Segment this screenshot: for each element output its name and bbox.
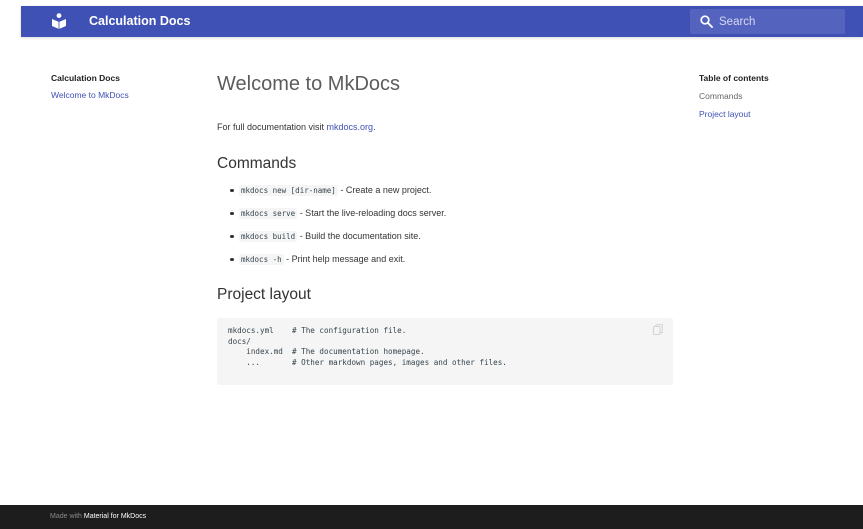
intro-end: .: [373, 122, 376, 132]
material-mkdocs-link[interactable]: Material for MkDocs: [84, 513, 146, 520]
toc-title: Table of contents: [699, 73, 769, 83]
inline-code: mkdocs build: [239, 231, 298, 242]
commands-list: mkdocs new [dir-name] - Create a new pro…: [217, 184, 673, 265]
site-title[interactable]: Calculation Docs: [89, 6, 190, 37]
list-item: mkdocs -h - Print help message and exit.: [217, 253, 673, 265]
logo-icon[interactable]: [52, 13, 66, 29]
top-header: Calculation Docs: [21, 6, 863, 37]
search-box[interactable]: [690, 9, 845, 34]
commands-heading: Commands: [217, 155, 297, 172]
code-block[interactable]: mkdocs.yml # The configuration file. doc…: [217, 318, 673, 385]
command-description: - Build the documentation site.: [297, 231, 421, 241]
toc-item-commands[interactable]: Commands: [699, 91, 849, 102]
copy-icon[interactable]: [653, 324, 663, 335]
mkdocs-org-link[interactable]: mkdocs.org: [327, 122, 374, 132]
table-of-contents: Table of contents Commands Project layou…: [699, 73, 849, 120]
inline-code: mkdocs new [dir-name]: [239, 185, 338, 196]
search-input[interactable]: [719, 9, 839, 34]
search-icon[interactable]: [700, 15, 713, 28]
intro-text: For full documentation visit: [217, 122, 327, 132]
sidebar-item-welcome[interactable]: Welcome to MkDocs: [51, 90, 191, 101]
code-block-text: mkdocs.yml # The configuration file. doc…: [228, 326, 507, 367]
project-layout-heading: Project layout: [217, 286, 311, 303]
command-description: - Print help message and exit.: [283, 254, 406, 264]
command-description: - Create a new project.: [337, 185, 432, 195]
sidebar-title: Calculation Docs: [51, 73, 120, 83]
list-item: mkdocs serve - Start the live-reloading …: [217, 207, 673, 219]
page-title: Welcome to MkDocs: [217, 73, 401, 95]
main-content: Welcome to MkDocs For full documentation…: [217, 70, 673, 385]
footer-credit: Made with Material for MkDocs: [50, 512, 146, 522]
list-item: mkdocs new [dir-name] - Create a new pro…: [217, 184, 673, 196]
list-item: mkdocs build - Build the documentation s…: [217, 230, 673, 242]
inline-code: mkdocs serve: [239, 208, 298, 219]
inline-code: mkdocs -h: [239, 254, 284, 265]
footer: Made with Material for MkDocs: [0, 505, 863, 529]
intro-paragraph: For full documentation visit mkdocs.org.: [217, 121, 673, 133]
footer-prefix: Made with: [50, 513, 84, 520]
command-description: - Start the live-reloading docs server.: [297, 208, 447, 218]
toc-item-project-layout[interactable]: Project layout: [699, 109, 849, 120]
primary-sidebar: Calculation Docs Welcome to MkDocs: [51, 73, 191, 101]
